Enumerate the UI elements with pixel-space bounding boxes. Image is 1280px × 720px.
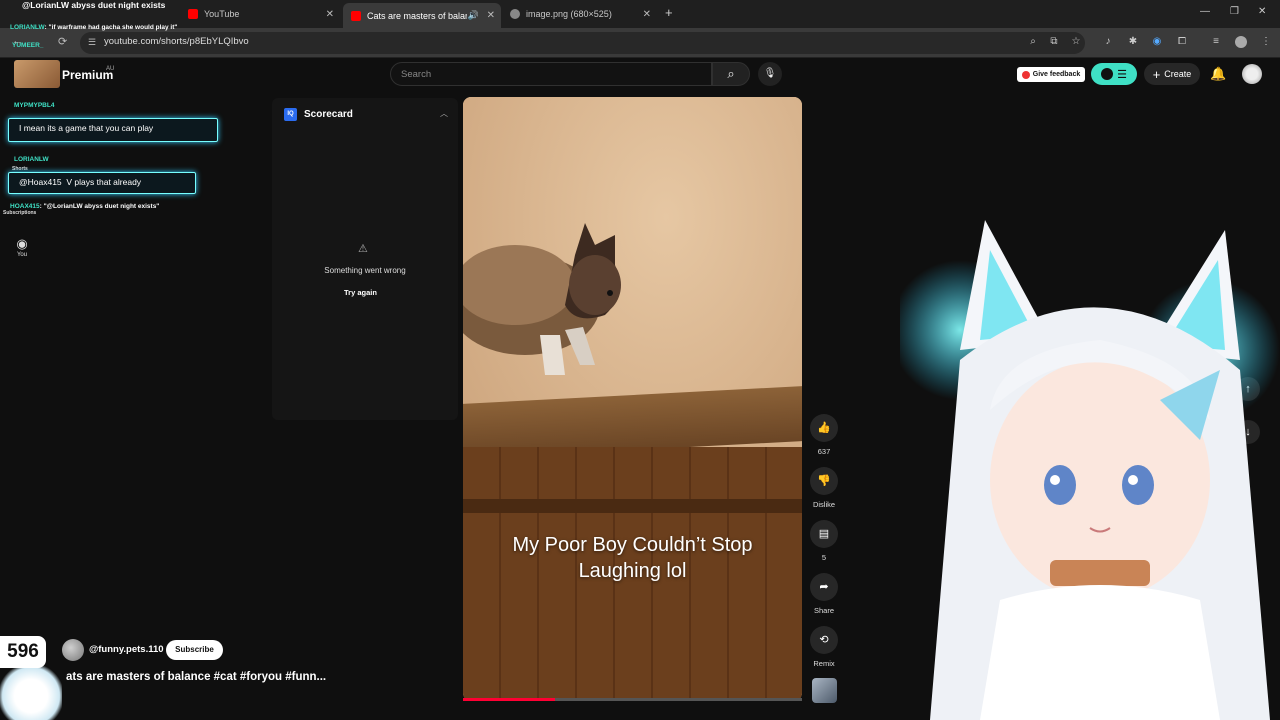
search-input[interactable]: Search	[390, 62, 712, 86]
tab-title: Cats are masters of balance	[367, 10, 467, 21]
microphone-icon: 🎙	[763, 68, 777, 79]
chat-line-user: HOAX415: "@LorianLW abyss duet night exi…	[10, 203, 160, 210]
install-icon[interactable]: ⧉	[1048, 36, 1060, 48]
chat-line-user: LORIANLW: "if warframe had gacha she wou…	[10, 24, 178, 31]
tab-title: image.png (680×525)	[526, 9, 612, 19]
video-frame-fence-rail	[463, 499, 802, 513]
extension-2-icon[interactable]: ◉	[1151, 36, 1163, 48]
chat-message: @Hoax415 V plays that already	[8, 172, 196, 194]
plus-icon: +	[1152, 66, 1161, 82]
extension-icon[interactable]: ✱	[1127, 36, 1139, 48]
profile-icon[interactable]	[1235, 36, 1247, 48]
sound-thumbnail[interactable]	[812, 678, 837, 703]
globe-icon	[510, 9, 520, 19]
caption-line: Laughing lol	[578, 559, 687, 582]
remix-label: Remix	[813, 659, 835, 668]
chat-username: LORIANLW	[14, 156, 49, 163]
logo-icon	[1101, 68, 1114, 80]
window-close-icon[interactable]: ✕	[1258, 6, 1266, 17]
close-icon[interactable]: ✕	[487, 10, 495, 21]
like-button[interactable]: 👍 637	[810, 414, 838, 456]
try-again-button[interactable]: Try again	[344, 288, 377, 297]
extension-menu-button[interactable]: ☰	[1091, 63, 1137, 85]
reload-icon[interactable]: ⟳	[58, 35, 67, 48]
stream-cam-thumbnail	[14, 60, 60, 88]
like-count: 637	[817, 447, 831, 456]
new-tab-icon[interactable]: +	[665, 5, 673, 20]
zoom-icon[interactable]: ⌕	[1027, 36, 1039, 48]
scorecard-panel: IQ Scorecard ︿ ⚠ Something went wrong Tr…	[272, 98, 458, 420]
comments-count: 5	[821, 553, 827, 562]
search-button[interactable]: ⌕	[712, 62, 750, 86]
video-progress-bar[interactable]	[463, 698, 802, 701]
youtube-favicon-icon	[188, 9, 198, 19]
cat-figure	[463, 223, 621, 375]
error-message: Something went wrong	[324, 266, 406, 275]
chat-message: I mean its a game that you can play	[8, 118, 218, 142]
bookmark-star-icon[interactable]: ☆	[1070, 36, 1082, 48]
hamburger-icon: ☰	[1117, 68, 1127, 81]
tab-cats-video[interactable]: Cats are masters of balance 🔊 ✕	[343, 3, 501, 28]
video-caption: My Poor Boy Couldn’t Stop Laughing lol	[463, 533, 802, 584]
comments-button[interactable]: ▤ 5	[810, 520, 838, 562]
channel-handle[interactable]: @funny.pets.110	[89, 644, 164, 655]
dislike-label: Dislike	[812, 500, 836, 509]
user-circle-icon: ◉	[16, 236, 28, 251]
minimize-icon[interactable]: —	[1200, 6, 1210, 17]
account-avatar[interactable]	[1242, 64, 1262, 84]
comment-icon: ▤	[810, 520, 838, 548]
scorecard-title: Scorecard	[304, 109, 353, 120]
share-button[interactable]: ➦ Share	[810, 573, 838, 615]
share-label: Share	[813, 606, 834, 615]
close-icon[interactable]: ✕	[326, 9, 334, 20]
maximize-icon[interactable]: ❐	[1230, 6, 1239, 17]
subscribe-button[interactable]: Subscribe	[166, 640, 223, 660]
dislike-button[interactable]: 👎 Dislike	[810, 467, 838, 509]
notifications-bell-icon[interactable]: 🔔	[1210, 66, 1226, 82]
sidebar-subscriptions-label[interactable]: Subscriptions	[3, 210, 36, 216]
voice-search-button[interactable]: 🎙	[758, 62, 782, 86]
tab-title: YouTube	[204, 9, 240, 19]
search-icon: ⌕	[727, 66, 735, 81]
create-label: Create	[1164, 69, 1192, 79]
site-info-icon[interactable]: ☰	[88, 37, 96, 48]
channel-avatar[interactable]	[62, 639, 84, 661]
puzzle-icon[interactable]: ⧠	[1176, 36, 1188, 48]
sidebar-item-label: You	[16, 252, 28, 258]
chat-username: YUMEER_	[12, 42, 44, 49]
sidebar-item-you[interactable]: ◉ You	[12, 236, 32, 258]
caption-line: My Poor Boy Couldn’t Stop	[512, 534, 753, 556]
give-feedback-button[interactable]: Give feedback	[1017, 67, 1085, 82]
audio-icon[interactable]: ♪	[1102, 36, 1114, 48]
feedback-icon	[1021, 70, 1030, 79]
youtube-favicon-icon	[351, 10, 361, 21]
scorecard-logo-icon: IQ	[284, 108, 297, 121]
vtuber-avatar	[900, 220, 1280, 720]
chat-username: MYPMYPBL4	[14, 102, 55, 109]
chat-tab-title: @LorianLW abyss duet night exists	[22, 0, 166, 10]
viewer-count-badge: 596	[0, 636, 46, 668]
chevron-up-icon[interactable]: ︿	[440, 108, 448, 119]
media-icon[interactable]: ≡	[1210, 36, 1222, 48]
thumbs-up-icon: 👍	[810, 414, 838, 442]
share-arrow-icon: ➦	[810, 573, 838, 601]
menu-icon[interactable]: ⋮	[1260, 36, 1272, 48]
remix-button[interactable]: ⟲ Remix	[810, 626, 838, 668]
video-progress-fill	[463, 698, 555, 701]
browser-tab-bar: YouTube ✕ Cats are masters of balance 🔊 …	[0, 0, 1280, 28]
feedback-label: Give feedback	[1032, 71, 1081, 78]
tab-youtube[interactable]: YouTube ✕	[180, 4, 340, 24]
close-icon[interactable]: ✕	[643, 9, 651, 20]
thumbs-down-icon: 👎	[810, 467, 838, 495]
warning-icon: ⚠	[358, 243, 368, 255]
shorts-video-player[interactable]: My Poor Boy Couldn’t Stop Laughing lol	[463, 97, 802, 701]
video-title[interactable]: ats are masters of balance #cat #foryou …	[66, 671, 326, 683]
logo-region: AU	[106, 66, 115, 72]
tab-image[interactable]: image.png (680×525) ✕	[502, 4, 657, 24]
url-text[interactable]: youtube.com/shorts/p8EbYLQIbvo	[104, 36, 249, 47]
chibi-avatar	[0, 660, 62, 720]
remix-icon: ⟲	[810, 626, 838, 654]
create-button[interactable]: + Create	[1144, 63, 1200, 85]
speaker-icon[interactable]: 🔊	[468, 10, 479, 21]
